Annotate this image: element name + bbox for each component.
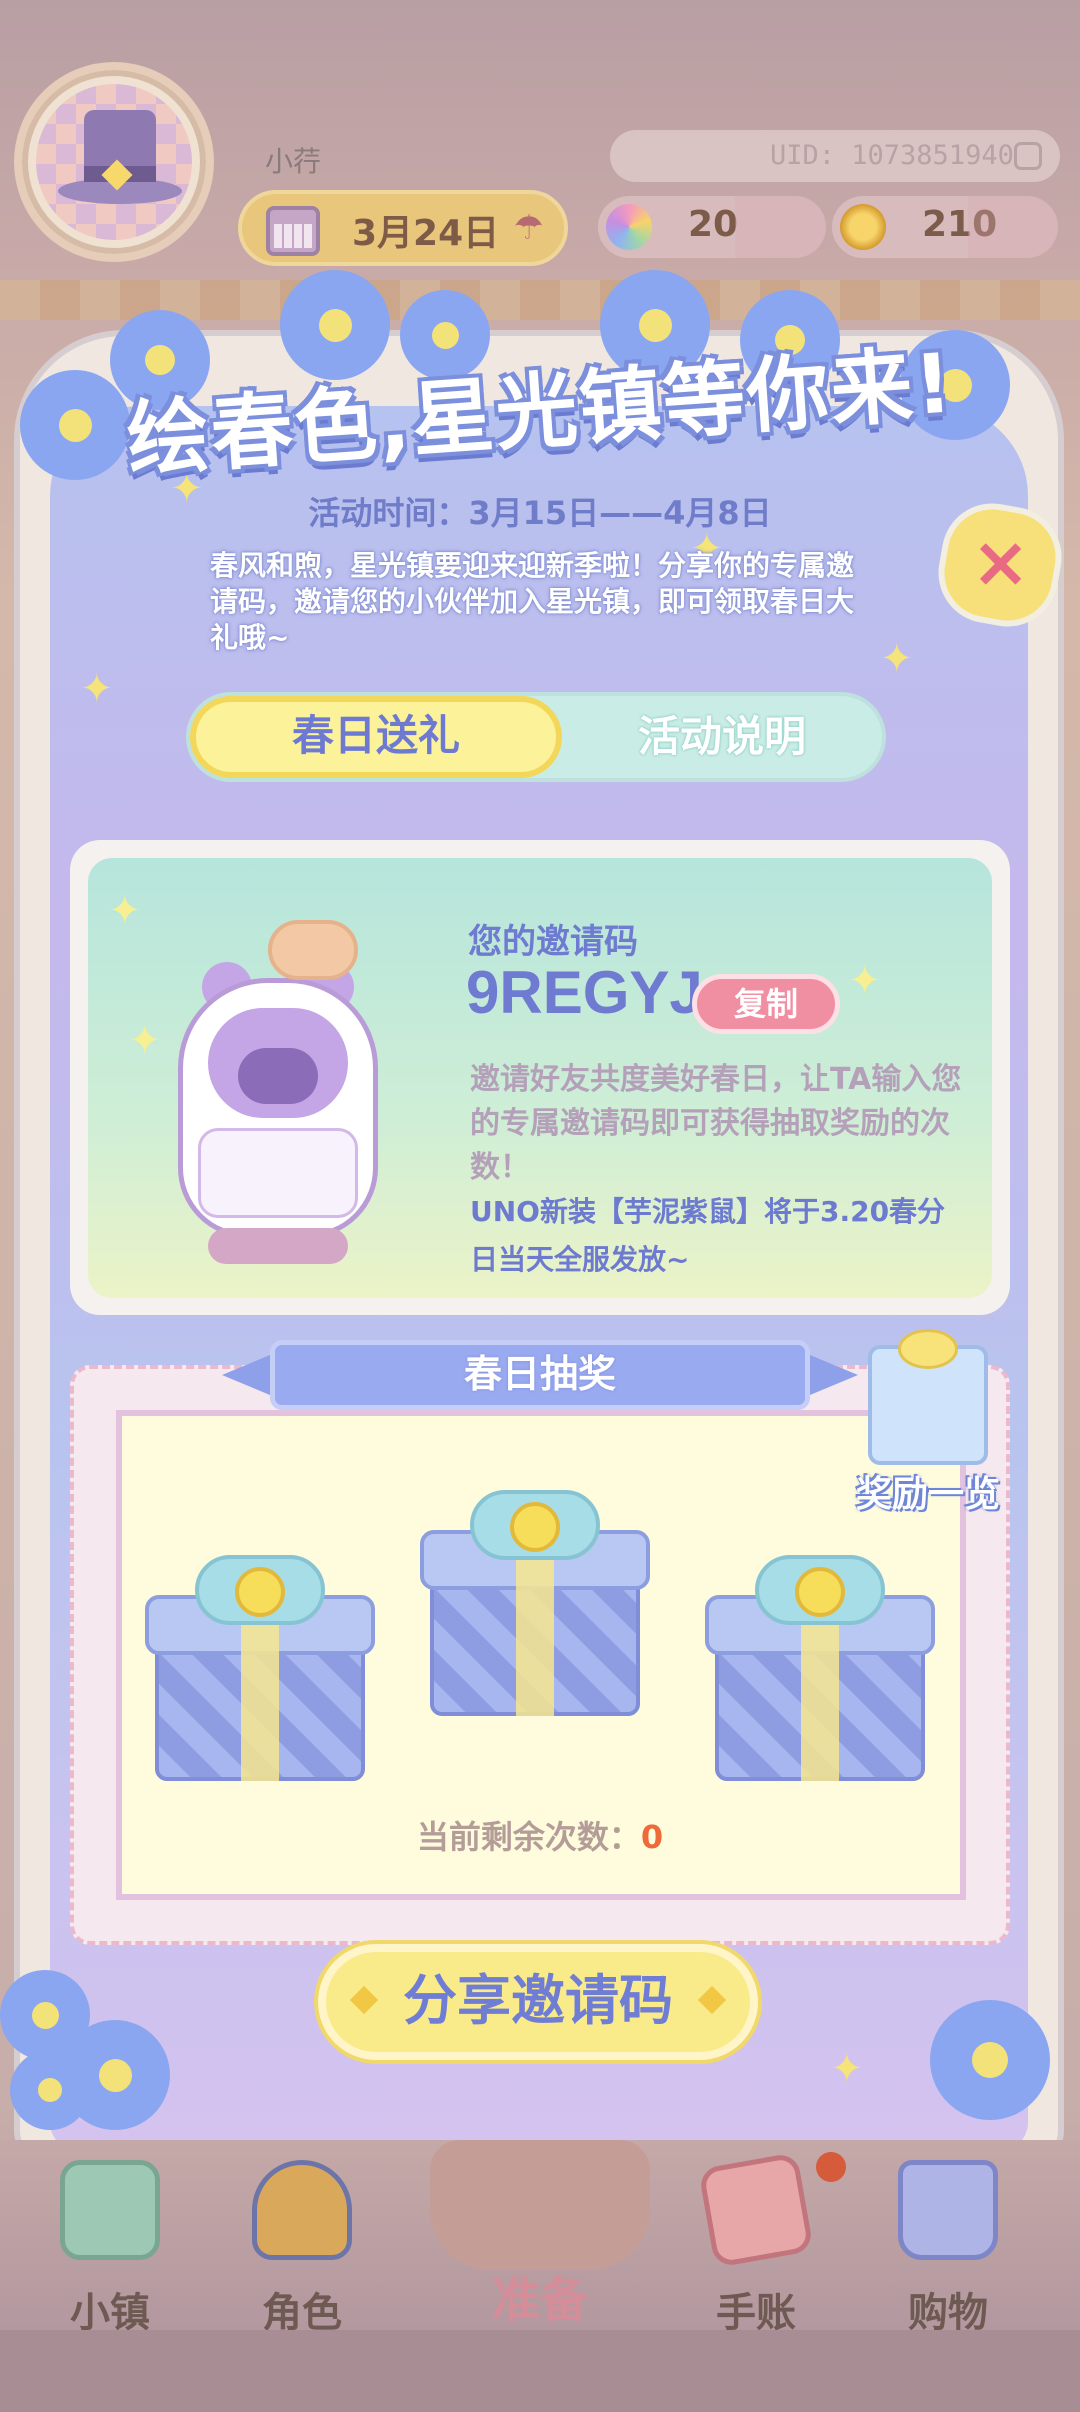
gold-coin-icon — [840, 204, 886, 250]
sparkle-icon: ✦ — [128, 1018, 162, 1064]
flower-gem-icon — [606, 204, 652, 250]
nav-prepare-label: 准备 — [491, 2272, 588, 2328]
coin-counter-shade — [967, 196, 1058, 258]
invite-card-inner: ✦ ✦ ✦ 您的邀请码 9REGYJ 复制 邀请好友共度美好春日，让TA输入您的… — [88, 858, 992, 1298]
gift-flower-icon — [795, 1567, 845, 1617]
invite-description: 邀请好友共度美好春日，让TA输入您的专属邀请码即可获得抽取奖励的次数！ — [470, 1062, 962, 1185]
gift-box-left[interactable] — [145, 1555, 375, 1785]
remaining-draws-label: 当前剩余次数： — [416, 1818, 641, 1856]
lottery-title: 春日抽奖 — [270, 1340, 810, 1410]
date-text: 3月24日 — [352, 213, 500, 254]
diamond-icon — [697, 1985, 727, 2015]
sparkle-icon: ✦ — [830, 2046, 864, 2092]
journal-icon — [698, 2152, 814, 2268]
tab-spring-gift[interactable]: 春日送礼 — [190, 696, 562, 778]
bottom-strip — [0, 2330, 1080, 2412]
gem-counter[interactable]: 20 — [598, 196, 826, 258]
coin-counter[interactable]: 210 — [832, 196, 1058, 258]
reward-list-button[interactable]: 奖励一览 — [838, 1329, 1018, 1515]
remaining-draws: 当前剩余次数：0 — [0, 1812, 1080, 1858]
nav-prepare[interactable]: 准备 — [400, 2140, 680, 2328]
gift-flower-icon — [510, 1502, 560, 1552]
gift-box-right[interactable] — [705, 1555, 935, 1785]
event-description: 春风和煦，星光镇要迎来迎新季啦！分享你的专属邀请码，邀请您的小伙伴加入星光镇，即… — [210, 549, 855, 654]
dog-badge-icon — [268, 920, 358, 980]
diamond-icon — [349, 1985, 379, 2015]
share-invite-button[interactable]: 分享邀请码 — [318, 1944, 758, 2060]
uid-text: UID: 1073851940 — [770, 140, 1014, 171]
flower-cluster-right — [910, 1990, 1080, 2140]
character-icon — [252, 2160, 352, 2260]
sparkle-icon: ✦ — [80, 666, 114, 712]
uid-display: UID: 1073851940 — [610, 130, 1060, 182]
purple-hamster-character — [178, 938, 378, 1268]
hamster-feet — [208, 1228, 348, 1264]
invite-notice: UNO新装【芋泥紫鼠】将于3.20春分日当天全服发放~ — [470, 1195, 946, 1276]
gift-box-middle[interactable] — [420, 1490, 650, 1720]
notification-dot — [816, 2152, 846, 2182]
tab-event-rules[interactable]: 活动说明 — [562, 696, 882, 778]
calendar-icon — [266, 206, 320, 256]
sparkle-icon: ✦ — [880, 636, 914, 682]
basket-icon — [430, 2140, 650, 2270]
gift-bow-icon — [898, 1329, 958, 1369]
reward-list-label: 奖励一览 — [855, 1474, 1000, 1515]
gem-count: 20 — [688, 204, 739, 245]
share-invite-label: 分享邀请码 — [403, 1969, 673, 2032]
invite-code: 9REGYJ — [466, 959, 703, 1026]
gift-flower-icon — [235, 1567, 285, 1617]
flower-cluster-left — [0, 1950, 200, 2150]
copy-uid-icon[interactable] — [1014, 142, 1042, 170]
shopping-bag-icon — [898, 2160, 998, 2260]
avatar[interactable] — [14, 62, 214, 262]
hamster-shirt — [198, 1128, 358, 1218]
hamster-mouth — [238, 1048, 318, 1104]
invite-card: ✦ ✦ ✦ 您的邀请码 9REGYJ 复制 邀请好友共度美好春日，让TA输入您的… — [70, 840, 1010, 1315]
sparkle-icon: ✦ — [848, 958, 882, 1004]
flower-icon — [10, 2050, 90, 2130]
sparkle-icon: ✦ — [108, 888, 142, 934]
remaining-draws-count: 0 — [640, 1818, 664, 1856]
map-icon — [60, 2160, 160, 2260]
invite-code-label: 您的邀请码 — [468, 922, 638, 962]
flower-icon — [930, 2000, 1050, 2120]
gem-counter-shade — [734, 196, 826, 258]
umbrella-icon: ☂ — [513, 208, 544, 248]
tab-bar: 春日送礼 活动说明 — [186, 692, 886, 782]
player-name: 小荇 — [265, 145, 322, 178]
copy-button[interactable]: 复制 — [692, 974, 840, 1034]
event-time: 活动时间：3月15日——4月8日 — [308, 494, 772, 532]
